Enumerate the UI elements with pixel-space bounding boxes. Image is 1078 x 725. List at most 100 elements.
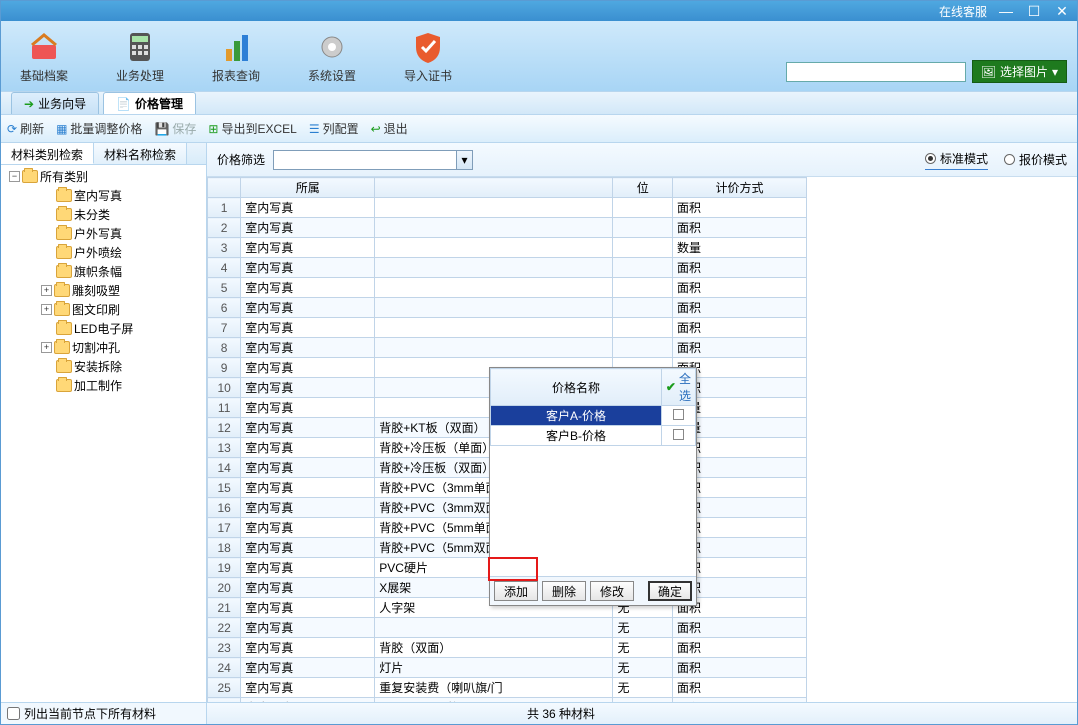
minimize-button[interactable]: — <box>997 4 1015 18</box>
ribbon-import-cert[interactable]: 导入证书 <box>393 29 463 84</box>
tree-node[interactable]: 室内写真 <box>21 186 202 205</box>
cell-method: 面积 <box>673 698 807 703</box>
popup-cell-check[interactable] <box>661 406 695 426</box>
col-belong[interactable]: 所属 <box>241 178 375 198</box>
tree-label: LED电子屏 <box>74 320 133 337</box>
cell-method: 面积 <box>673 618 807 638</box>
search-input[interactable] <box>786 62 966 82</box>
popup-edit-button[interactable]: 修改 <box>590 581 634 601</box>
chevron-down-icon: ▾ <box>456 151 472 169</box>
expand-icon[interactable]: + <box>41 285 52 296</box>
cell-category: 室内写真 <box>241 378 375 398</box>
choose-image-button[interactable]: 🖼 选择图片 ▾ <box>972 60 1067 83</box>
tab-price-management[interactable]: 📄 价格管理 <box>103 92 196 114</box>
image-icon: 🖼 <box>981 65 996 79</box>
rownum-cell: 1 <box>208 198 241 218</box>
grid-area[interactable]: 所属 位 计价方式 1室内写真面积2室内写真面积3室内写真数量4室内写真面积5室… <box>207 177 1077 702</box>
col-material[interactable] <box>375 178 613 198</box>
tree-node[interactable]: 安装拆除 <box>21 357 202 376</box>
ribbon-basic-archive[interactable]: 基础档案 <box>9 29 79 84</box>
tree-node[interactable]: 旗帜条幅 <box>21 262 202 281</box>
tree-node[interactable]: 未分类 <box>21 205 202 224</box>
left-tab-category[interactable]: 材料类别检索 <box>1 143 94 164</box>
expand-icon[interactable]: + <box>41 304 52 315</box>
popup-row[interactable]: 客户A-价格 <box>491 406 696 426</box>
table-row[interactable]: 26室内写真ON SALE 吊牌无面积 <box>208 698 807 703</box>
price-filter-popup: 价格名称 ✔全选 客户A-价格 <box>489 367 697 606</box>
popup-delete-button[interactable]: 删除 <box>542 581 586 601</box>
expand-icon[interactable]: + <box>41 342 52 353</box>
batch-adjust-button[interactable]: ▦批量调整价格 <box>56 120 142 137</box>
mode-label: 标准模式 <box>940 150 988 167</box>
table-row[interactable]: 3室内写真数量 <box>208 238 807 258</box>
tab-business-guide[interactable]: ➔ 业务向导 <box>11 92 99 114</box>
table-row[interactable]: 1室内写真面积 <box>208 198 807 218</box>
table-row[interactable]: 6室内写真面积 <box>208 298 807 318</box>
rownum-cell: 19 <box>208 558 241 578</box>
cell-category: 室内写真 <box>241 338 375 358</box>
tree-node[interactable]: 户外喷绘 <box>21 243 202 262</box>
popup-row[interactable]: 客户B-价格 <box>491 426 696 446</box>
col-method[interactable]: 计价方式 <box>673 178 807 198</box>
cell-category: 室内写真 <box>241 198 375 218</box>
rownum-cell: 10 <box>208 378 241 398</box>
arrow-icon: ➔ <box>24 97 34 111</box>
table-row[interactable]: 7室内写真面积 <box>208 318 807 338</box>
grid-summary: 共 36 种材料 <box>527 705 595 722</box>
tree-node[interactable]: +切割冲孔 <box>21 338 202 357</box>
rownum-cell: 12 <box>208 418 241 438</box>
popup-confirm-button[interactable]: 确定 <box>648 581 692 601</box>
table-row[interactable]: 5室内写真面积 <box>208 278 807 298</box>
tree-node[interactable]: LED电子屏 <box>21 319 202 338</box>
mode-quote[interactable]: 报价模式 <box>1004 151 1067 168</box>
save-button: 💾保存 <box>154 120 196 137</box>
table-row[interactable]: 22室内写真无面积 <box>208 618 807 638</box>
list-all-label: 列出当前节点下所有材料 <box>24 705 156 722</box>
table-row[interactable]: 4室内写真面积 <box>208 258 807 278</box>
table-row[interactable]: 2室内写真面积 <box>208 218 807 238</box>
rownum-cell: 11 <box>208 398 241 418</box>
tree-root[interactable]: −所有类别 <box>9 167 202 186</box>
left-tab-name[interactable]: 材料名称检索 <box>94 143 187 164</box>
cell-unit <box>613 258 673 278</box>
maximize-button[interactable]: ☐ <box>1025 4 1043 18</box>
refresh-button[interactable]: ⟳刷新 <box>7 120 44 137</box>
tree-node[interactable]: +雕刻吸塑 <box>21 281 202 300</box>
cell-category: 室内写真 <box>241 218 375 238</box>
popup-cell-check[interactable] <box>661 426 695 446</box>
list-all-checkbox[interactable] <box>7 707 20 720</box>
column-config-button[interactable]: ☰列配置 <box>309 120 359 137</box>
cell-category: 室内写真 <box>241 418 375 438</box>
tree-node[interactable]: 户外写真 <box>21 224 202 243</box>
table-row[interactable]: 24室内写真灯片无面积 <box>208 658 807 678</box>
tree-label: 加工制作 <box>74 377 122 394</box>
table-row[interactable]: 25室内写真重复安装费（喇叭旗/门无面积 <box>208 678 807 698</box>
mode-standard[interactable]: 标准模式 <box>925 150 988 170</box>
folder-icon <box>56 227 72 240</box>
close-button[interactable]: ✕ <box>1053 4 1071 18</box>
cell-category: 室内写真 <box>241 258 375 278</box>
collapse-icon[interactable]: − <box>9 171 20 182</box>
price-filter-dropdown[interactable]: ▾ <box>273 150 473 170</box>
tree-node[interactable]: 加工制作 <box>21 376 202 395</box>
grid-footer: 共 36 种材料 <box>207 702 1077 724</box>
popup-col-select[interactable]: ✔全选 <box>661 369 695 406</box>
ribbon-label: 系统设置 <box>308 67 356 84</box>
category-tree[interactable]: −所有类别 室内写真未分类户外写真户外喷绘旗帜条幅+雕刻吸塑+图文印刷LED电子… <box>1 165 206 702</box>
checkbox-icon <box>673 429 684 440</box>
ribbon-business[interactable]: 业务处理 <box>105 29 175 84</box>
table-row[interactable]: 23室内写真背胶（双面）无面积 <box>208 638 807 658</box>
export-excel-button[interactable]: ⊞导出到EXCEL <box>208 120 296 137</box>
cell-category: 室内写真 <box>241 498 375 518</box>
online-service-link[interactable]: 在线客服 <box>939 3 987 20</box>
tree-node[interactable]: +图文印刷 <box>21 300 202 319</box>
exit-button[interactable]: ↩退出 <box>371 120 408 137</box>
ribbon-report[interactable]: 报表查询 <box>201 29 271 84</box>
rownum-header[interactable] <box>208 178 241 198</box>
popup-col-name[interactable]: 价格名称 <box>491 369 662 406</box>
rownum-cell: 2 <box>208 218 241 238</box>
table-row[interactable]: 8室内写真面积 <box>208 338 807 358</box>
popup-add-button[interactable]: 添加 <box>494 581 538 601</box>
ribbon-settings[interactable]: 系统设置 <box>297 29 367 84</box>
col-unit[interactable]: 位 <box>613 178 673 198</box>
